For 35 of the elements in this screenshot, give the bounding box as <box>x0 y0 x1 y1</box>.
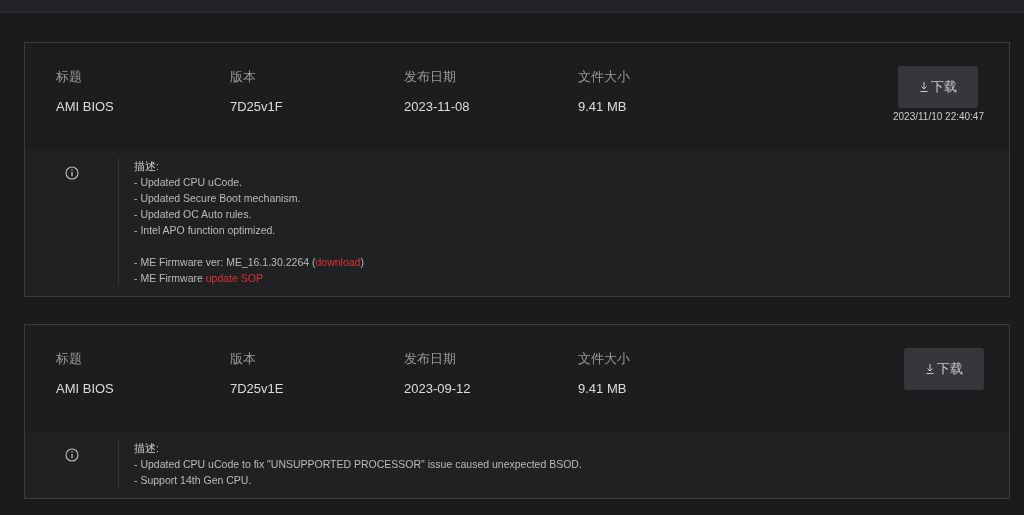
description-line: - Updated Secure Boot mechanism. <box>134 192 301 204</box>
download-icon <box>920 82 928 92</box>
column-value: 2023-09-12 <box>404 381 472 396</box>
timestamp: 2023/11/10 22:40:47 <box>893 111 984 122</box>
description-line: - Support 14th Gen CPU. <box>134 474 252 486</box>
column-label: 文件大小 <box>578 350 631 368</box>
column-value: AMI BIOS <box>56 99 115 114</box>
column-label: 文件大小 <box>578 68 631 86</box>
download-button[interactable]: 下载 <box>898 66 979 108</box>
description-line: - ME Firmware update SOP <box>134 272 263 284</box>
column-value: 9.41 MB <box>578 381 628 396</box>
description-line: - Updated CPU uCode. <box>134 176 242 188</box>
column-value: 7D25v1E <box>230 381 285 396</box>
column-value: AMI BIOS <box>56 381 115 396</box>
column-label: 标题 <box>56 68 83 86</box>
download-icon <box>925 364 934 374</box>
column-label: 发布日期 <box>404 350 457 368</box>
column-label: 发布日期 <box>404 68 457 86</box>
link[interactable]: update SOP <box>205 272 263 284</box>
description-heading: 描述: <box>134 159 160 174</box>
column-label: 版本 <box>230 350 257 368</box>
description-heading: 描述: <box>134 441 160 456</box>
description-line: - Intel APO function optimized. <box>134 224 276 236</box>
column-label: 版本 <box>230 68 257 86</box>
column-value: 2023-11-08 <box>404 99 471 114</box>
description-line: - Updated CPU uCode to fix "UNSUPPORTED PROCESSOR" issue caused unexpected BSOD. <box>134 458 582 470</box>
link[interactable]: download <box>315 256 361 268</box>
column-value: 9.41 MB <box>578 99 628 114</box>
info-icon <box>64 448 79 462</box>
column-label: 标题 <box>56 350 83 368</box>
description-line: - Updated OC Auto rules. <box>134 208 252 220</box>
info-icon <box>64 166 79 180</box>
column-value: 7D25v1F <box>230 99 284 114</box>
download-button[interactable]: 下载 <box>904 348 984 390</box>
description-line: - ME Firmware ver: ME_16.1.30.2264 (download) <box>134 256 364 268</box>
